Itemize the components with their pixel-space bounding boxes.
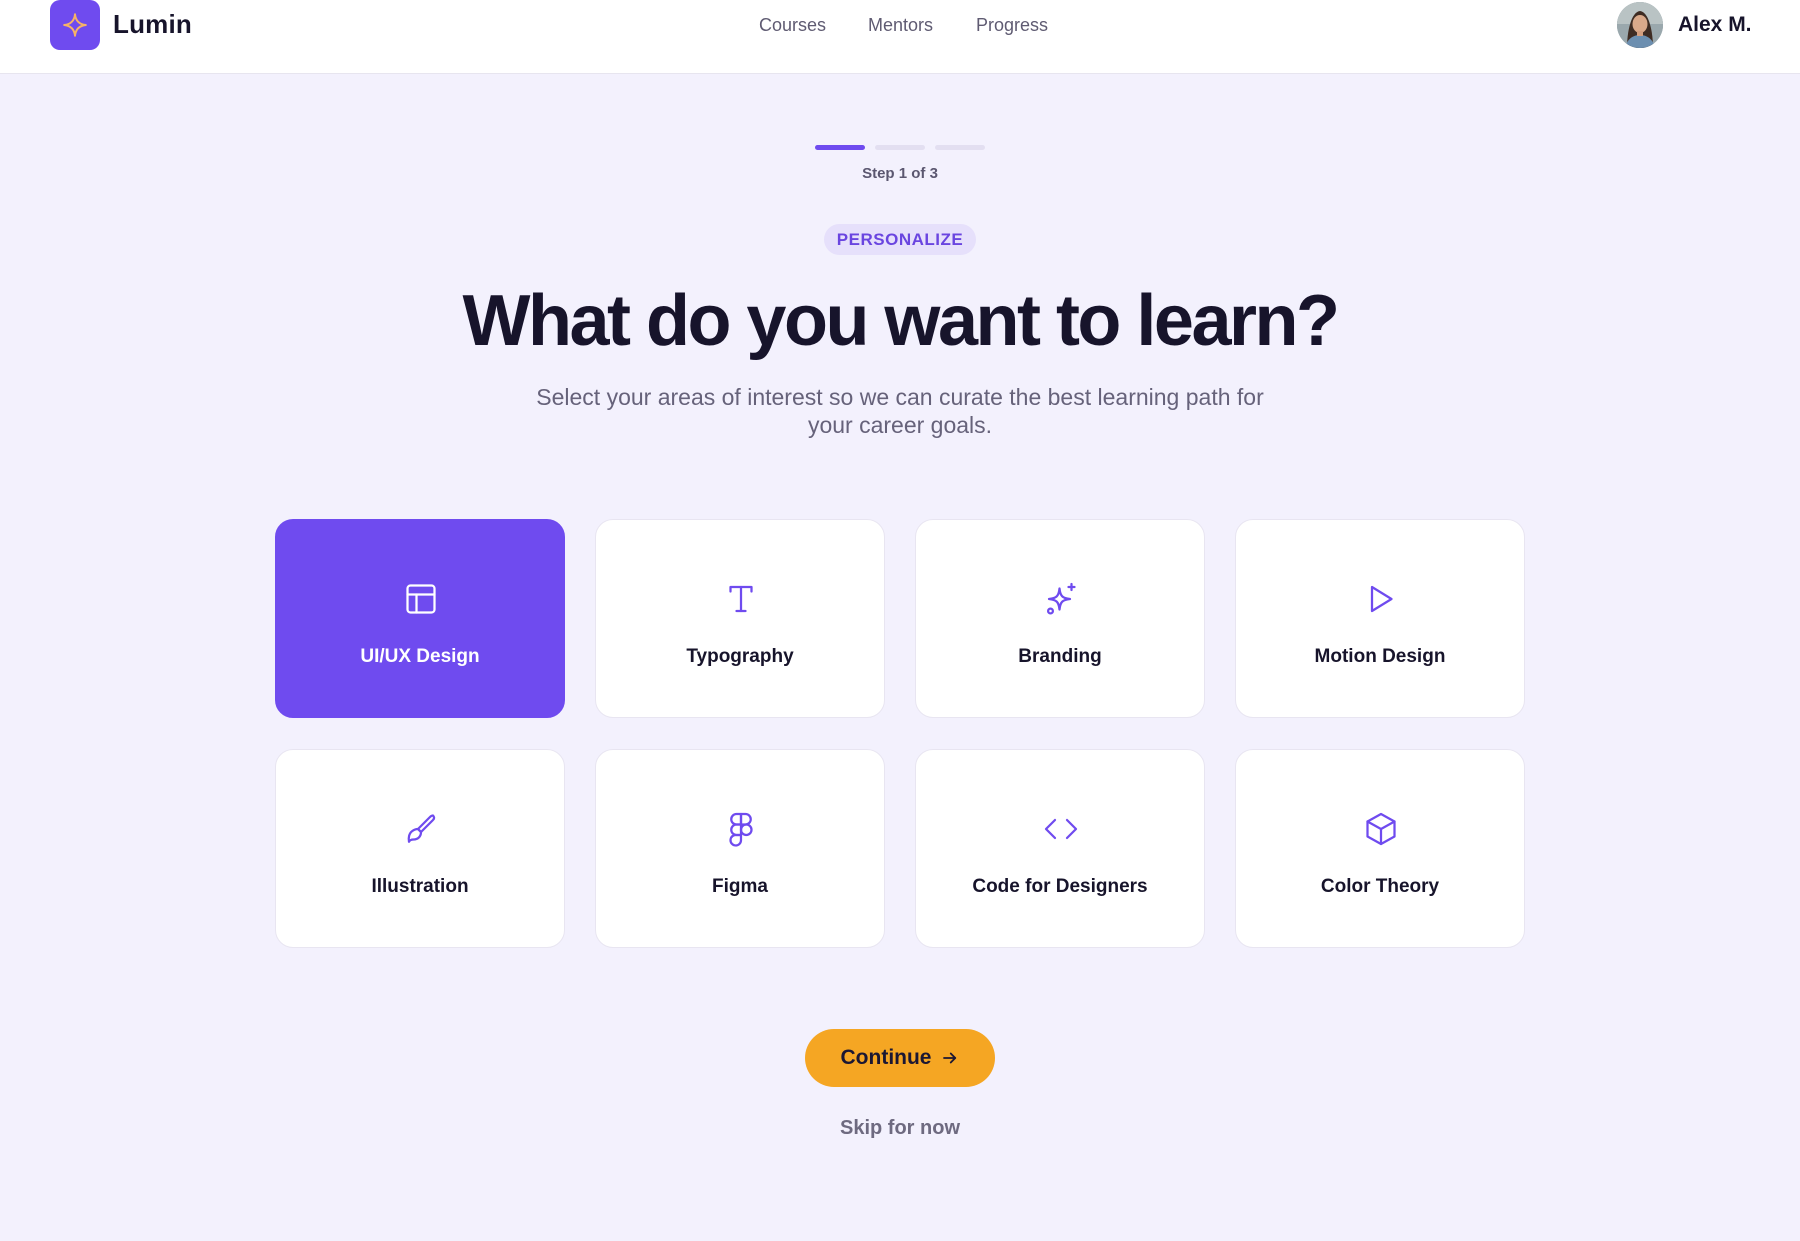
play-icon	[1370, 585, 1393, 613]
topic-card-color-theory[interactable]: Color Theory	[1235, 749, 1525, 948]
subtitle-line-2: your career goals.	[807, 412, 993, 438]
topic-label: Typography	[686, 646, 794, 667]
topic-card-figma[interactable]: Figma	[595, 749, 885, 948]
subtitle-line-1: Select your areas of interest so we can …	[536, 384, 1264, 410]
topic-card-motion-design[interactable]: Motion Design	[1235, 519, 1525, 718]
continue-label: Continue	[840, 1046, 932, 1069]
skip-link[interactable]: Skip for now	[0, 1117, 1800, 1140]
topic-label: Code for Designers	[972, 876, 1148, 897]
figma-icon	[729, 812, 753, 847]
top-navigation-bar: Lumin Courses Mentors Progress Alex M.	[0, 0, 1800, 74]
main-nav: Courses Mentors Progress	[0, 0, 1800, 50]
topic-label: Color Theory	[1320, 876, 1440, 897]
topic-card-branding[interactable]: Branding	[915, 519, 1205, 718]
continue-button[interactable]: Continue	[805, 1029, 995, 1087]
sparkles-icon	[1046, 582, 1076, 615]
step-segment-1	[815, 145, 865, 150]
type-icon	[729, 585, 753, 613]
nav-progress[interactable]: Progress	[976, 15, 1048, 36]
avatar-photo-icon	[1617, 2, 1663, 48]
topic-label: Figma	[712, 876, 768, 897]
user-name[interactable]: Alex M.	[1678, 13, 1752, 37]
topic-card-typography[interactable]: Typography	[595, 519, 885, 718]
brush-icon	[407, 814, 436, 843]
logo-tile[interactable]	[50, 0, 100, 50]
nav-courses[interactable]: Courses	[759, 15, 826, 36]
page-title: What do you want to learn?	[462, 281, 1340, 361]
user-avatar[interactable]	[1617, 2, 1663, 48]
step-label: Step 1 of 3	[862, 165, 938, 182]
page-subtitle: Select your areas of interest so we can …	[500, 383, 1300, 439]
step-progress	[815, 145, 985, 151]
sparkle-logo-icon	[63, 13, 87, 37]
topic-label: Illustration	[371, 876, 469, 897]
arrow-right-icon	[943, 1052, 957, 1064]
topic-card-illustration[interactable]: Illustration	[275, 749, 565, 948]
step-segment-2	[875, 145, 925, 150]
personalize-badge: PERSONALIZE	[824, 224, 976, 255]
topic-label: Motion Design	[1314, 646, 1446, 667]
brand-name[interactable]: Lumin	[113, 9, 192, 40]
topic-label: Branding	[1018, 646, 1102, 667]
code-icon	[1044, 818, 1078, 840]
cube-icon	[1366, 812, 1396, 846]
topic-card-code-for-designers[interactable]: Code for Designers	[915, 749, 1205, 948]
step-segment-3	[935, 145, 985, 150]
topic-label: UI/UX Design	[360, 646, 480, 667]
layout-icon	[406, 584, 436, 614]
nav-mentors[interactable]: Mentors	[868, 15, 933, 36]
topic-card-ui-ux-design[interactable]: UI/UX Design	[275, 519, 565, 718]
